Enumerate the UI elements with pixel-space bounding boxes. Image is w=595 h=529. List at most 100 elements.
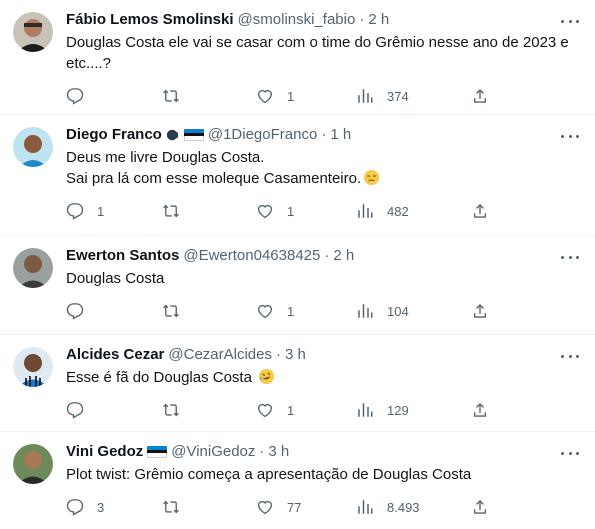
tweet-actions: 1 374 (66, 78, 581, 114)
reply-button[interactable]: 1 (66, 202, 104, 220)
views-button[interactable]: 104 (356, 302, 409, 320)
retweet-icon (163, 403, 179, 417)
retweet-icon (163, 500, 179, 514)
more-options-icon[interactable] (561, 127, 579, 145)
tweet-actions: 1 129 (66, 392, 581, 428)
more-options-icon[interactable] (561, 248, 579, 266)
unamused-face-icon (364, 169, 380, 186)
reply-icon (66, 402, 84, 419)
author-name[interactable]: Fábio Lemos Smolinski (66, 10, 234, 30)
like-count: 1 (287, 303, 295, 319)
reply-button[interactable] (66, 302, 97, 320)
avatar[interactable] (13, 347, 53, 387)
like-count: 1 (287, 402, 295, 418)
more-options-icon[interactable] (561, 12, 579, 30)
share-icon (474, 402, 486, 417)
views-button[interactable]: 482 (356, 202, 409, 220)
retweet-button[interactable] (162, 202, 193, 220)
like-count: 1 (287, 203, 295, 219)
reply-count: 3 (97, 499, 105, 515)
timestamp[interactable]: 2 h (333, 246, 354, 266)
timestamp[interactable]: 3 h (285, 345, 306, 365)
like-button[interactable]: 1 (256, 202, 294, 220)
share-button[interactable] (471, 202, 489, 220)
tweet[interactable]: Alcides Cezar @CezarAlcides · 3 h Esse é… (0, 335, 595, 432)
tweet-header: Diego Franco @1DiegoFranco · 1 h (66, 125, 581, 145)
views-button[interactable]: 374 (356, 87, 409, 105)
author-handle[interactable]: @smolinski_fabio (238, 10, 356, 30)
author-handle[interactable]: @Ewerton04638425 (183, 246, 320, 266)
retweet-button[interactable] (162, 401, 193, 419)
more-options-icon[interactable] (561, 444, 579, 462)
views-button[interactable]: 8.493 (356, 498, 420, 516)
replies-feed: Fábio Lemos Smolinski @smolinski_fabio ·… (0, 0, 595, 529)
reply-icon (66, 203, 84, 220)
retweet-button[interactable] (162, 87, 193, 105)
tweet[interactable]: Fábio Lemos Smolinski @smolinski_fabio ·… (0, 0, 595, 115)
tweet-text: Douglas Costa ele vai se casar com o tim… (66, 34, 573, 72)
separator: · (324, 247, 330, 264)
estonia-flag-icon (183, 129, 204, 141)
timestamp[interactable]: 2 h (368, 10, 389, 30)
analytics-icon (358, 403, 373, 417)
retweet-icon (163, 89, 179, 103)
like-button[interactable]: 77 (256, 498, 301, 516)
analytics-icon (358, 500, 373, 514)
share-button[interactable] (471, 401, 489, 419)
reply-count: 1 (97, 203, 105, 219)
tweet-actions: 3 77 8.493 (66, 489, 581, 525)
author-handle[interactable]: @ViniGedoz (171, 442, 255, 462)
rolling-on-floor-laughing-icon (259, 368, 275, 385)
view-count: 8.493 (387, 499, 420, 515)
tweet[interactable]: Vini Gedoz @ViniGedoz · 3 h Plot twist: … (0, 432, 595, 529)
like-button[interactable]: 1 (256, 302, 294, 320)
author-name[interactable]: Vini Gedoz (66, 442, 143, 462)
separator: · (359, 11, 365, 28)
like-button[interactable]: 1 (256, 401, 294, 419)
like-count: 1 (287, 88, 295, 104)
heart-icon (257, 204, 273, 219)
tweet-text: Plot twist: Grêmio começa a apresentação… (66, 466, 472, 483)
share-button[interactable] (471, 498, 489, 516)
tweet-text: Esse é fã do Douglas Costa (66, 367, 581, 388)
heart-icon (257, 403, 273, 418)
avatar[interactable] (13, 248, 53, 288)
timestamp[interactable]: 1 h (330, 125, 351, 145)
avatar[interactable] (13, 444, 53, 484)
analytics-icon (358, 304, 373, 318)
author-name[interactable]: Diego Franco (66, 125, 162, 145)
analytics-icon (358, 204, 373, 218)
retweet-button[interactable] (162, 498, 193, 516)
tweet-header: Ewerton Santos @Ewerton04638425 · 2 h (66, 246, 581, 266)
avatar[interactable] (13, 127, 53, 167)
heart-icon (257, 500, 273, 515)
tweet-text: Deus me livre Douglas Costa. Sai pra lá … (66, 147, 581, 189)
avatar[interactable] (13, 12, 53, 52)
author-handle[interactable]: @1DiegoFranco (208, 125, 317, 145)
tweet[interactable]: Ewerton Santos @Ewerton04638425 · 2 h Do… (0, 236, 595, 335)
like-button[interactable]: 1 (256, 87, 294, 105)
speaking-head-icon (166, 129, 179, 141)
reply-button[interactable]: 3 (66, 498, 104, 516)
share-button[interactable] (471, 87, 489, 105)
share-icon (474, 303, 486, 318)
view-count: 374 (387, 88, 409, 104)
retweet-button[interactable] (162, 302, 193, 320)
reply-button[interactable] (66, 87, 97, 105)
timestamp[interactable]: 3 h (268, 442, 289, 462)
share-button[interactable] (471, 302, 489, 320)
tweet-header: Fábio Lemos Smolinski @smolinski_fabio ·… (66, 10, 581, 30)
author-name[interactable]: Ewerton Santos (66, 246, 179, 266)
retweet-icon (163, 304, 179, 318)
reply-button[interactable] (66, 401, 97, 419)
estonia-flag-icon (147, 446, 168, 458)
author-handle[interactable]: @CezarAlcides (168, 345, 272, 365)
separator: · (275, 346, 281, 363)
views-button[interactable]: 129 (356, 401, 409, 419)
tweet[interactable]: Diego Franco @1DiegoFranco · 1 h Deus me… (0, 115, 595, 236)
author-name[interactable]: Alcides Cezar (66, 345, 164, 365)
reply-icon (66, 499, 84, 516)
tweet-actions: 1 1 482 (66, 193, 581, 229)
more-options-icon[interactable] (561, 347, 579, 365)
share-icon (474, 203, 486, 218)
